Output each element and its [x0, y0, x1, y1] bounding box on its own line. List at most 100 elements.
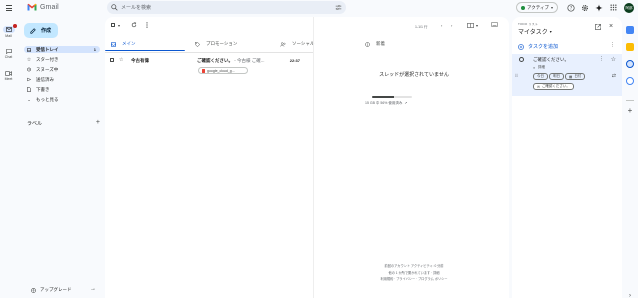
task-complete-checkbox[interactable] — [519, 57, 524, 62]
calendar-icon: ▦ — [569, 74, 573, 79]
task-title[interactable]: ご確認ください。 — [533, 57, 569, 63]
refresh-icon[interactable] — [131, 22, 137, 30]
info-icon — [365, 41, 370, 47]
select-dropdown-icon[interactable]: ▾ — [118, 23, 120, 28]
nav-item-more[interactable]: ⌄ もっと見る — [24, 96, 100, 103]
pick-date-chip[interactable]: ▦ 日付 — [565, 73, 586, 80]
calendar-app-icon[interactable] — [626, 26, 634, 34]
tab-primary[interactable]: メイン — [105, 37, 189, 51]
inbox-icon — [111, 41, 116, 47]
tab-social[interactable]: ソーシャル — [280, 37, 364, 51]
select-all-checkbox[interactable] — [111, 23, 115, 29]
star-icon[interactable]: ☆ — [119, 57, 123, 63]
task-list-selector[interactable]: マイタスク ▾ — [518, 27, 552, 36]
add-label-button[interactable]: + — [96, 119, 100, 126]
task-item[interactable]: ご確認ください。 ⋮ ☆ ≡ 詳細 ⠿ 今日 明日 ▦ 日付 ⇄ ✉ ご確認くだ… — [512, 54, 622, 96]
tab-label-updates: 新着 — [376, 41, 385, 46]
upgrade-label: アップグレード — [40, 287, 72, 292]
more-options-icon[interactable] — [146, 22, 148, 30]
unread-badge — [12, 24, 17, 28]
clock-icon — [27, 67, 31, 72]
task-star-icon[interactable]: ☆ — [611, 56, 616, 63]
tab-promotions[interactable]: プロモーション — [189, 37, 273, 51]
chat-icon — [5, 48, 13, 54]
video-camera-icon — [5, 70, 13, 76]
gmail-logo[interactable]: Gmail — [27, 3, 59, 11]
status-label: アクティブ — [527, 4, 550, 10]
settings-gear-icon[interactable] — [580, 3, 589, 12]
star-icon: ☆ — [26, 56, 32, 63]
nav-item-sent[interactable]: 送信済み — [24, 76, 100, 83]
rail-item-meet[interactable]: Meet — [0, 70, 17, 81]
nav-item-snoozed[interactable]: スヌーズ中 — [24, 66, 100, 73]
row-sender: 今古有偉 — [131, 58, 149, 63]
hide-panel-icon[interactable]: › — [626, 292, 634, 298]
pencil-icon — [30, 27, 36, 34]
add-task-button[interactable]: タスクを追加 — [518, 43, 558, 50]
chevron-down-icon: ▾ — [549, 29, 552, 34]
tab-label-social: ソーシャル — [292, 41, 315, 46]
add-app-icon[interactable]: + — [626, 107, 634, 115]
row-checkbox[interactable] — [110, 58, 114, 64]
chevron-right-icon[interactable]: › — [451, 23, 452, 28]
linked-email-label: ご確認ください。 — [541, 84, 570, 88]
search-input[interactable] — [121, 1, 321, 14]
help-icon[interactable]: ? — [566, 3, 575, 12]
footer-line-policies[interactable]: 利用規約 · プライバシー · プログラム ポリシー — [319, 276, 509, 283]
task-list-more-icon[interactable]: ⋮ — [610, 42, 615, 48]
open-in-new-icon[interactable] — [595, 24, 601, 32]
gemini-sparkle-icon[interactable] — [594, 3, 603, 12]
folder-navigation: 作成 受信トレイ 1 ☆ スター付き スヌーズ中 送信済み 下書き ⌄ もっと見… — [19, 16, 105, 298]
inbox-unread-count: 1 — [93, 47, 96, 52]
drag-handle-icon[interactable]: ⠿ — [515, 73, 518, 78]
contacts-app-icon[interactable] — [626, 77, 634, 85]
rail-label-mail: Mail — [5, 34, 12, 38]
tasks-app-icon[interactable] — [626, 60, 634, 68]
search-options-icon[interactable] — [335, 4, 342, 11]
compose-label: 作成 — [41, 28, 52, 34]
pdf-icon — [202, 68, 205, 73]
search-bar[interactable] — [107, 1, 346, 14]
table-row[interactable]: ☆ 今古有偉 ご確認ください。 - 今古様 ご確... 22:37 google… — [105, 54, 313, 78]
side-apps-rail: + › — [622, 16, 638, 298]
search-icon[interactable] — [111, 4, 118, 11]
gmail-m-icon — [27, 3, 37, 11]
repeat-icon[interactable]: ⇄ — [612, 73, 616, 79]
task-details[interactable]: ≡ 詳細 — [533, 65, 545, 70]
due-tomorrow-chip[interactable]: 明日 — [549, 73, 564, 80]
pane-divider — [313, 17, 314, 298]
account-avatar[interactable]: 阿部 — [624, 3, 634, 13]
row-subject-line: ご確認ください。 - 今古様 ご確... — [197, 58, 272, 64]
split-pane-toggle-icon[interactable] — [467, 23, 474, 30]
chevron-left-icon[interactable]: ‹ — [441, 23, 442, 28]
nav-item-inbox[interactable]: 受信トレイ 1 — [24, 46, 100, 53]
nav-item-starred[interactable]: ☆ スター付き — [24, 56, 100, 63]
storage-progress-bar — [372, 96, 412, 98]
due-today-chip[interactable]: 今日 — [533, 73, 548, 80]
keep-app-icon[interactable] — [626, 43, 634, 51]
close-icon[interactable]: × — [609, 23, 613, 30]
split-pane-dropdown-icon[interactable]: ▾ — [476, 23, 478, 28]
inbox-icon — [27, 47, 31, 52]
task-more-icon[interactable]: ⋮ — [599, 56, 604, 62]
no-thread-message: スレッドが選択されていません — [379, 72, 449, 78]
storage-usage[interactable]: 15 GB 中 56% 使用済み ↗ — [365, 101, 445, 106]
linked-email-chip[interactable]: ✉ ご確認ください。 — [533, 83, 574, 90]
status-selector[interactable]: アクティブ ▾ — [516, 2, 558, 13]
active-status-dot — [521, 5, 525, 10]
tab-updates[interactable]: 新着 — [365, 37, 449, 51]
google-apps-icon[interactable] — [609, 3, 618, 12]
nav-item-drafts[interactable]: 下書き — [24, 86, 100, 93]
main-menu-button[interactable] — [4, 3, 14, 13]
attachment-chip[interactable]: google_cloud_g... — [198, 67, 248, 74]
rail-item-chat[interactable]: Chat — [0, 48, 17, 59]
compose-button[interactable]: 作成 — [24, 23, 58, 38]
rail-item-mail[interactable]: Mail — [0, 24, 17, 38]
nav-label-inbox: 受信トレイ — [36, 46, 59, 52]
rail-label-meet: Meet — [4, 77, 13, 81]
nav-label-more: もっと見る — [36, 96, 59, 102]
keyboard-icon[interactable] — [491, 22, 498, 29]
send-icon — [27, 77, 31, 82]
list-toolbar: ▾ 1-1/1 行 ‹ › ▾ — [105, 17, 509, 35]
upgrade-button[interactable]: アップグレード → — [31, 286, 96, 293]
